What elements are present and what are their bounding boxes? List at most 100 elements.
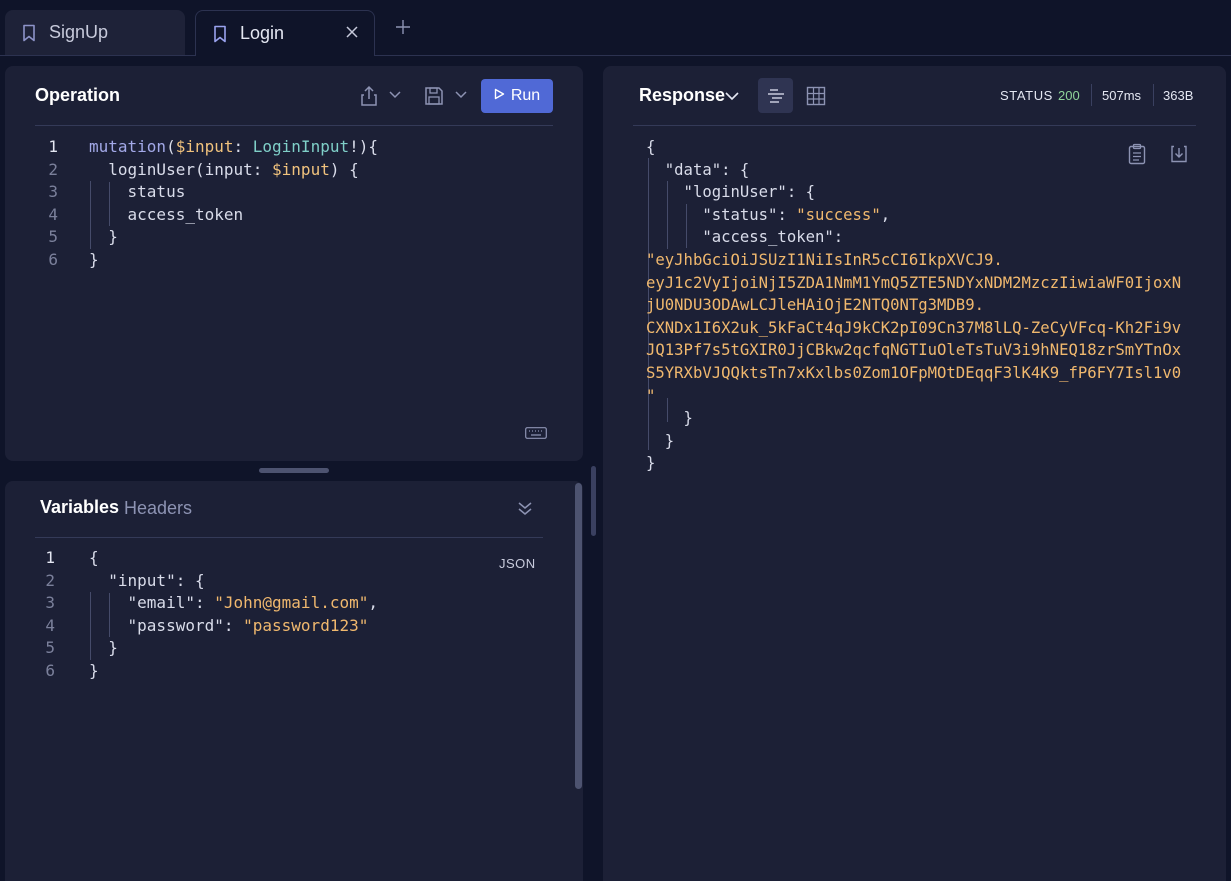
response-time: 507ms [1102, 88, 1142, 103]
code-line: " [646, 385, 1181, 408]
code-token: "password" [89, 615, 224, 635]
line-number: 3 [45, 593, 55, 613]
code-token: : { [175, 570, 205, 590]
code-line: "eyJhbGciOiJSUzI1NiIsInR5cCI6IkpXVCJ9. [646, 249, 1181, 272]
code-token: } [89, 249, 99, 269]
save-icon[interactable] [422, 84, 446, 108]
code-line: } [89, 226, 378, 249]
code-line: } [89, 660, 378, 683]
code-line: "status": "success", [646, 204, 1181, 227]
add-tab-icon[interactable] [392, 16, 414, 38]
code-token: S5YRXbVJQQktsTn7xKxlbs0Zom1OFpMOtDEqqF3l… [646, 363, 1182, 382]
chevron-down-icon[interactable] [388, 88, 402, 102]
table-view-icon[interactable] [805, 85, 827, 107]
code-token: : { [786, 183, 815, 202]
response-size: 363B [1163, 88, 1194, 103]
divider [1153, 84, 1154, 106]
code-line: jU0NDU3ODAwLCJleHAiOjE2NTQ0NTg3MDB9. [646, 294, 1181, 317]
code-line: } [646, 407, 1181, 430]
keyboard-icon[interactable] [525, 426, 547, 440]
code-token: , [368, 593, 378, 613]
line-number: 2 [48, 159, 58, 179]
run-button[interactable]: Run [481, 79, 553, 113]
chevron-down-icon[interactable] [454, 88, 468, 102]
code-token: JQ13Pf7s5tGXIR0JjCBkw2qcfqNGTIuOleTsTuV3… [646, 341, 1182, 360]
code-token: : [223, 615, 244, 635]
code-line: S5YRXbVJQQktsTn7xKxlbs0Zom1OFpMOtDEqqF3l… [646, 362, 1181, 385]
code-token: $input [272, 159, 330, 179]
code-token: jU0NDU3ODAwLCJleHAiOjE2NTQ0NTg3MDB9. [646, 296, 984, 315]
code-token: , [880, 205, 891, 224]
close-icon[interactable] [344, 24, 360, 40]
code-token: ) { [329, 159, 359, 179]
line-number: 4 [45, 615, 55, 635]
share-icon[interactable] [358, 84, 380, 108]
code-line: { [89, 547, 378, 570]
code-token: } [646, 454, 656, 473]
operation-line-numbers: 123456 [38, 136, 58, 272]
code-token: "success" [796, 205, 881, 224]
variables-line-numbers: 123456 [35, 547, 55, 683]
code-token: "John@gmail.com" [214, 593, 369, 613]
chevron-down-icon[interactable] [724, 89, 740, 103]
code-token: : { [721, 160, 750, 179]
code-token: eyJ1c2VyIjoiNjI5ZDA1NmM1YmQ5ZTE5NDYxNDM2… [646, 273, 1182, 292]
code-line: "input": { [89, 570, 378, 593]
code-token: } [646, 431, 675, 450]
code-token: status [89, 182, 186, 202]
code-token: mutation [89, 137, 167, 156]
tab-variables[interactable]: Variables [40, 497, 119, 518]
code-token: } [646, 409, 693, 428]
response-viewer: { "data": { "loginUser": { "status": "su… [646, 136, 1181, 475]
code-token: "data" [646, 160, 722, 179]
chevrons-down-icon[interactable] [515, 498, 535, 518]
code-line: "access_token": [646, 226, 1181, 249]
play-icon [494, 87, 505, 105]
code-token: { [89, 548, 99, 567]
line-number: 3 [48, 182, 58, 202]
tab-headers[interactable]: Headers [124, 498, 192, 519]
tab-label: SignUp [49, 22, 109, 42]
line-number: 6 [45, 660, 55, 680]
code-line: } [89, 249, 378, 272]
code-line: "data": { [646, 159, 1181, 182]
code-line: "loginUser": { [646, 181, 1181, 204]
tab-signup[interactable]: SignUp [5, 10, 185, 55]
response-title[interactable]: Response [639, 85, 725, 106]
code-line: } [646, 452, 1181, 475]
line-number: 6 [48, 249, 58, 269]
code-token: "status" [646, 205, 778, 224]
bookmark-icon [212, 25, 228, 43]
status-label: STATUS [1000, 88, 1053, 103]
tab-login[interactable]: Login [195, 10, 375, 56]
code-token: $input [175, 137, 234, 156]
status-code-badge: 200 [1058, 88, 1080, 103]
code-line: "password": "password123" [89, 615, 378, 638]
code-token: "email" [89, 593, 195, 613]
code-token: : [833, 228, 844, 247]
variables-editor[interactable]: { "input": { "email": "John@gmail.com", … [89, 547, 378, 683]
run-label: Run [510, 87, 541, 104]
code-line: } [646, 430, 1181, 453]
pane-resize-handle[interactable] [591, 466, 596, 536]
code-token: : [194, 593, 215, 613]
text-align-icon [766, 86, 785, 105]
operation-editor[interactable]: mutation($input: LoginInput!){ loginUser… [89, 136, 378, 272]
tab-label: Login [240, 23, 285, 43]
scrollbar[interactable] [575, 483, 582, 789]
code-line: eyJ1c2VyIjoiNjI5ZDA1NmM1YmQ5ZTE5NDYxNDM2… [646, 272, 1181, 295]
code-token: "access_token" [646, 228, 834, 247]
code-line: loginUser(input: $input) { [89, 159, 378, 182]
panel-resize-handle[interactable] [259, 468, 329, 473]
text-view-button[interactable] [758, 78, 793, 113]
divider [35, 537, 543, 538]
code-line: { [646, 136, 1181, 159]
bookmark-icon [21, 24, 37, 42]
code-line: access_token [89, 204, 378, 227]
code-token: LoginInput [252, 137, 350, 156]
code-token: " [646, 386, 656, 405]
code-token: (input: [194, 159, 273, 179]
line-number: 1 [45, 548, 55, 567]
code-token: : [233, 137, 253, 156]
divider [1091, 84, 1092, 106]
